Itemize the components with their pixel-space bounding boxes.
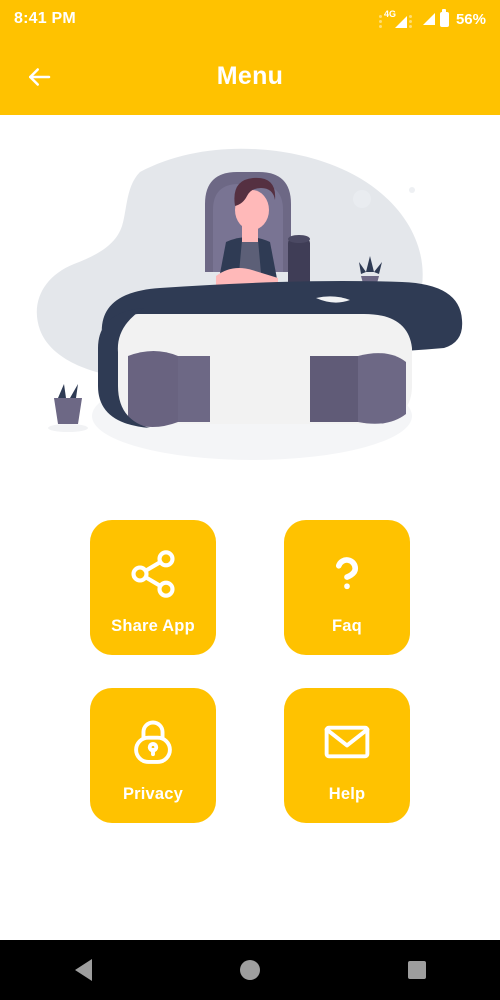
android-nav-bar [0, 940, 500, 1000]
square-recents-icon [407, 961, 426, 979]
desk-cabinet-right-side [358, 353, 406, 424]
question-mark-icon [321, 541, 373, 607]
menu-item-share-app[interactable]: Share App [90, 520, 216, 655]
signal-4g-icon: 4G [378, 10, 412, 28]
menu-grid: Share App Faq Privacy Help [0, 520, 500, 823]
menu-item-label: Privacy [122, 785, 184, 803]
menu-item-label: Help [328, 785, 366, 803]
decor-dot-medium [389, 214, 403, 228]
circle-home-icon [239, 960, 260, 980]
desk-speaker-top [288, 235, 310, 243]
menu-item-label: Share App [111, 617, 195, 635]
signal-bars-icon [394, 16, 407, 28]
app-screen: 8:41 PM 4G 56% Menu Share App Faq Privac… [0, 0, 500, 1000]
status-bar: 8:41 PM 4G 56% [0, 0, 500, 38]
decor-dot-large [353, 190, 371, 208]
person-at-desk-illustration [36, 148, 463, 460]
signal-dots-right [408, 15, 412, 28]
nav-back-button[interactable] [51, 940, 115, 1000]
hero-illustration [0, 115, 500, 495]
battery-percent-label: 56% [455, 10, 486, 28]
menu-item-help[interactable]: Help [284, 688, 410, 823]
envelope-icon [321, 709, 373, 775]
arrow-left-icon [29, 67, 51, 86]
signal-dots-left [378, 15, 382, 28]
lock-icon [127, 709, 179, 775]
triangle-back-icon [74, 959, 92, 981]
decor-dot-small [409, 187, 415, 193]
desk-cabinet-left [128, 351, 178, 427]
floor-plant-shadow [48, 424, 88, 432]
page-title: Menu [216, 62, 284, 90]
floor-plant-leaves [58, 384, 78, 398]
signal-icon [422, 13, 435, 25]
share-icon [127, 541, 179, 607]
menu-item-privacy[interactable]: Privacy [90, 688, 216, 823]
floor-plant-pot [54, 398, 82, 424]
desk-cabinet-right [310, 356, 358, 422]
nav-home-button[interactable] [218, 940, 282, 1000]
status-time: 8:41 PM [14, 10, 76, 27]
desk-cabinet-left-face [178, 356, 210, 422]
status-icons: 4G 56% [378, 8, 486, 28]
menu-item-label: Faq [332, 617, 362, 635]
back-button[interactable] [22, 60, 56, 94]
menu-item-faq[interactable]: Faq [284, 520, 410, 655]
battery-icon [439, 8, 449, 27]
nav-recents-button[interactable] [385, 940, 449, 1000]
app-bar: Menu [0, 38, 500, 115]
